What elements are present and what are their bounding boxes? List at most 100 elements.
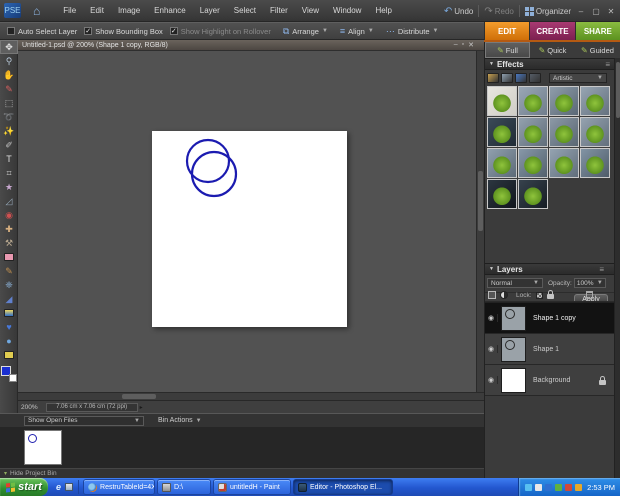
lasso-tool[interactable]: ➰ (0, 110, 18, 124)
doc-minimize-icon[interactable]: – (454, 41, 458, 49)
tab-full-edit[interactable]: ✎ Full (485, 42, 530, 58)
tray-icon[interactable] (545, 483, 553, 491)
palette-scrollbar[interactable] (614, 58, 620, 478)
tray-icon[interactable] (525, 483, 533, 491)
layer-row[interactable]: ◉ Background (485, 365, 614, 396)
background-color-swatch[interactable] (9, 374, 17, 382)
lock-all-icon[interactable] (546, 290, 554, 299)
effect-thumbnail[interactable] (487, 148, 517, 178)
tray-icon[interactable] (535, 483, 543, 491)
selection-brush-tool[interactable]: ✐ (0, 138, 18, 152)
vertical-scrollbar[interactable] (476, 51, 484, 392)
menu-select[interactable]: Select (227, 6, 263, 15)
cookie-cutter-tool[interactable]: ★ (0, 180, 18, 194)
palette-menu-icon[interactable]: ≡ (599, 265, 604, 274)
photo-effects-icon[interactable] (515, 73, 527, 83)
auto-select-layer-checkbox[interactable] (7, 27, 15, 35)
menu-view[interactable]: View (295, 6, 326, 15)
bin-actions-button[interactable]: Bin Actions ▼ (158, 417, 202, 424)
effect-thumbnail[interactable] (518, 86, 548, 116)
tab-quick-edit[interactable]: ✎ Quick (530, 42, 575, 58)
show-highlight-checkbox[interactable]: ✓ (169, 27, 178, 35)
layer-row[interactable]: ◉ Shape 1 (485, 334, 614, 365)
status-options-icon[interactable]: ▸ (140, 404, 143, 411)
smart-brush-tool[interactable]: ❈ (0, 278, 18, 292)
taskbar-button[interactable]: D:\ (158, 480, 211, 494)
crop-tool[interactable]: ⌗ (0, 166, 18, 180)
effect-thumbnail[interactable] (487, 179, 517, 209)
magic-wand-tool[interactable]: ✨ (0, 124, 18, 138)
shape-tool[interactable]: ♥ (0, 320, 18, 334)
tab-share[interactable]: SHARE (574, 22, 620, 40)
taskbar-button[interactable]: Editor - Photoshop El... (294, 480, 393, 494)
tab-create[interactable]: CREATE (529, 22, 575, 40)
effect-thumbnail[interactable] (487, 117, 517, 147)
show-open-files-select[interactable]: Show Open Files ▼ (24, 415, 144, 426)
start-button[interactable]: start (0, 478, 48, 496)
effect-thumbnail[interactable] (549, 86, 579, 116)
effect-thumbnail[interactable] (580, 117, 610, 147)
restore-icon[interactable]: ▢ (591, 7, 601, 16)
close-icon[interactable]: ✕ (606, 7, 616, 16)
visibility-eye-icon[interactable]: ◉ (485, 345, 498, 353)
scrollbar-thumb[interactable] (478, 171, 483, 231)
collapse-triangle-icon[interactable]: ▼ (489, 61, 494, 67)
open-file-thumbnail[interactable] (24, 430, 62, 465)
hide-project-bin-button[interactable]: Hide Project Bin (10, 470, 57, 477)
brush-tool[interactable]: ✎ (0, 264, 18, 278)
eyedropper-tool[interactable]: ✎ (0, 82, 18, 96)
redo-button[interactable]: ↷ Redo (484, 6, 514, 17)
new-layer-icon[interactable] (488, 291, 496, 299)
scrollbar-thumb[interactable] (122, 394, 156, 399)
document-titlebar[interactable]: Untitled-1.psd @ 200% (Shape 1 copy, RGB… (18, 40, 484, 51)
shape-circle-2[interactable] (190, 150, 238, 198)
tray-icon[interactable] (575, 483, 583, 491)
visibility-eye-icon[interactable]: ◉ (485, 314, 498, 322)
opacity-input[interactable]: 100% ▼ (573, 278, 606, 288)
tab-guided-edit[interactable]: ✎ Guided (575, 42, 620, 58)
home-icon[interactable]: ⌂ (33, 4, 40, 18)
filters-icon[interactable] (487, 73, 499, 83)
menu-enhance[interactable]: Enhance (147, 6, 193, 15)
clone-stamp-tool[interactable]: ⚒ (0, 236, 18, 250)
move-tool[interactable]: ✥ (0, 40, 18, 54)
tray-icon[interactable] (565, 483, 573, 491)
straighten-tool[interactable]: ◿ (0, 194, 18, 208)
canvas-area[interactable] (18, 51, 476, 392)
taskbar-button[interactable]: untitledH - Paint (214, 480, 291, 494)
red-eye-tool[interactable]: ◉ (0, 208, 18, 222)
menu-edit[interactable]: Edit (83, 6, 111, 15)
type-tool[interactable]: T (0, 152, 18, 166)
blend-mode-select[interactable]: Normal ▼ (487, 278, 543, 288)
taskbar-button[interactable]: RestruTableId=4XG... (84, 480, 155, 494)
menu-filter[interactable]: Filter (263, 6, 295, 15)
effect-thumbnail[interactable] (518, 117, 548, 147)
color-swatches[interactable] (1, 366, 17, 382)
menu-image[interactable]: Image (111, 6, 147, 15)
menu-file[interactable]: File (56, 6, 83, 15)
menu-layer[interactable]: Layer (193, 6, 227, 15)
layer-row[interactable]: ◉ Shape 1 copy (485, 303, 614, 334)
effect-thumbnail[interactable] (580, 86, 610, 116)
show-bounding-box-checkbox[interactable]: ✓ (84, 27, 93, 35)
marquee-tool[interactable]: ⬚ (0, 96, 18, 110)
horizontal-scrollbar[interactable] (18, 392, 484, 400)
delete-layer-icon[interactable] (585, 291, 593, 299)
healing-brush-tool[interactable]: ✚ (0, 222, 18, 236)
layers-palette-header[interactable]: ▼ Layers ≡ (485, 263, 614, 275)
doc-close-icon[interactable]: ✕ (468, 41, 474, 49)
organizer-button[interactable]: Organizer (524, 6, 571, 16)
eraser-tool[interactable] (0, 250, 18, 264)
align-dropdown[interactable]: ≡ Align ▼ (340, 26, 374, 36)
collapse-triangle-icon[interactable]: ▼ (489, 266, 494, 272)
paint-bucket-tool[interactable]: ◢ (0, 292, 18, 306)
adjustment-layer-icon[interactable] (500, 291, 508, 299)
distribute-dropdown[interactable]: ⋯ Distribute ▼ (386, 26, 439, 37)
hand-tool[interactable]: ✋ (0, 68, 18, 82)
tab-edit[interactable]: EDIT (484, 22, 530, 40)
internet-explorer-icon[interactable]: e (56, 482, 61, 492)
effect-thumbnail[interactable] (518, 148, 548, 178)
arrange-dropdown[interactable]: ⧉ Arrange ▼ (283, 26, 328, 37)
effect-thumbnail[interactable] (580, 148, 610, 178)
canvas[interactable] (152, 131, 347, 327)
